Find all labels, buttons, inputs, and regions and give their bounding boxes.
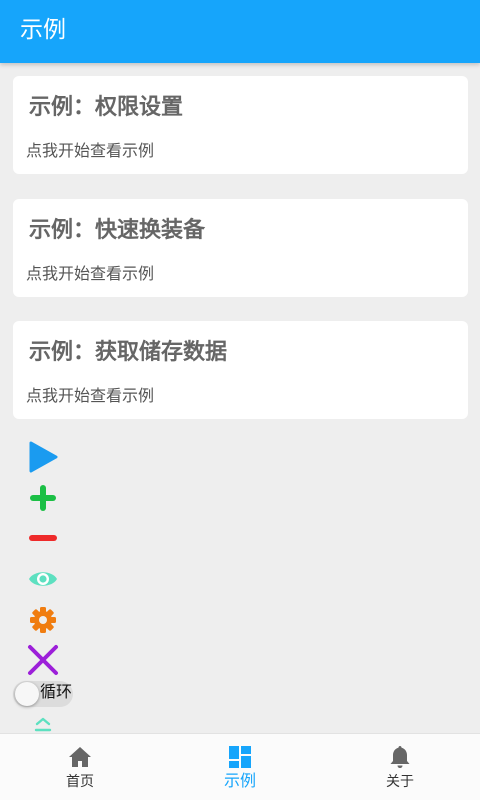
play-icon <box>29 441 58 473</box>
card-subtitle: 点我开始查看示例 <box>26 141 155 160</box>
example-card-quick-equip[interactable]: 示例：快速换装备 点我开始查看示例 <box>13 199 468 297</box>
bell-icon <box>390 746 410 768</box>
nav-item-about[interactable]: 关于 <box>320 734 480 800</box>
card-title: 示例：快速换装备 <box>29 218 206 243</box>
card-subtitle: 点我开始查看示例 <box>26 264 155 283</box>
nav-label-home: 首页 <box>66 774 94 790</box>
close-icon <box>28 645 58 675</box>
home-icon <box>69 747 91 767</box>
remove-button[interactable] <box>24 520 62 556</box>
close-button[interactable] <box>24 642 62 678</box>
card-subtitle: 点我开始查看示例 <box>26 386 155 405</box>
loop-toggle[interactable]: 循环 <box>13 679 75 709</box>
gear-icon <box>30 607 56 633</box>
nav-label-examples: 示例 <box>223 771 256 790</box>
play-button[interactable] <box>24 439 62 475</box>
card-title: 示例：权限设置 <box>29 95 184 120</box>
view-button[interactable] <box>24 561 62 597</box>
example-card-permissions[interactable]: 示例：权限设置 点我开始查看示例 <box>13 76 468 174</box>
settings-button[interactable] <box>24 602 62 638</box>
bottom-nav: 首页 示例 关于 <box>0 733 480 800</box>
nav-item-home[interactable]: 首页 <box>0 734 160 800</box>
loop-toggle-knob[interactable] <box>15 682 39 706</box>
example-card-storage-data[interactable]: 示例：获取储存数据 点我开始查看示例 <box>13 321 468 419</box>
add-button[interactable] <box>24 480 62 516</box>
nav-item-examples[interactable]: 示例 <box>160 734 320 800</box>
app-bar: 示例 <box>0 0 480 63</box>
nav-label-about: 关于 <box>386 774 414 790</box>
card-title: 示例：获取储存数据 <box>29 340 228 365</box>
app-bar-title: 示例 <box>20 17 66 43</box>
plus-icon <box>30 485 56 511</box>
minus-icon <box>29 535 57 541</box>
eye-icon <box>29 572 57 586</box>
loop-toggle-label: 循环 <box>40 682 73 701</box>
dashboard-icon <box>229 746 251 768</box>
